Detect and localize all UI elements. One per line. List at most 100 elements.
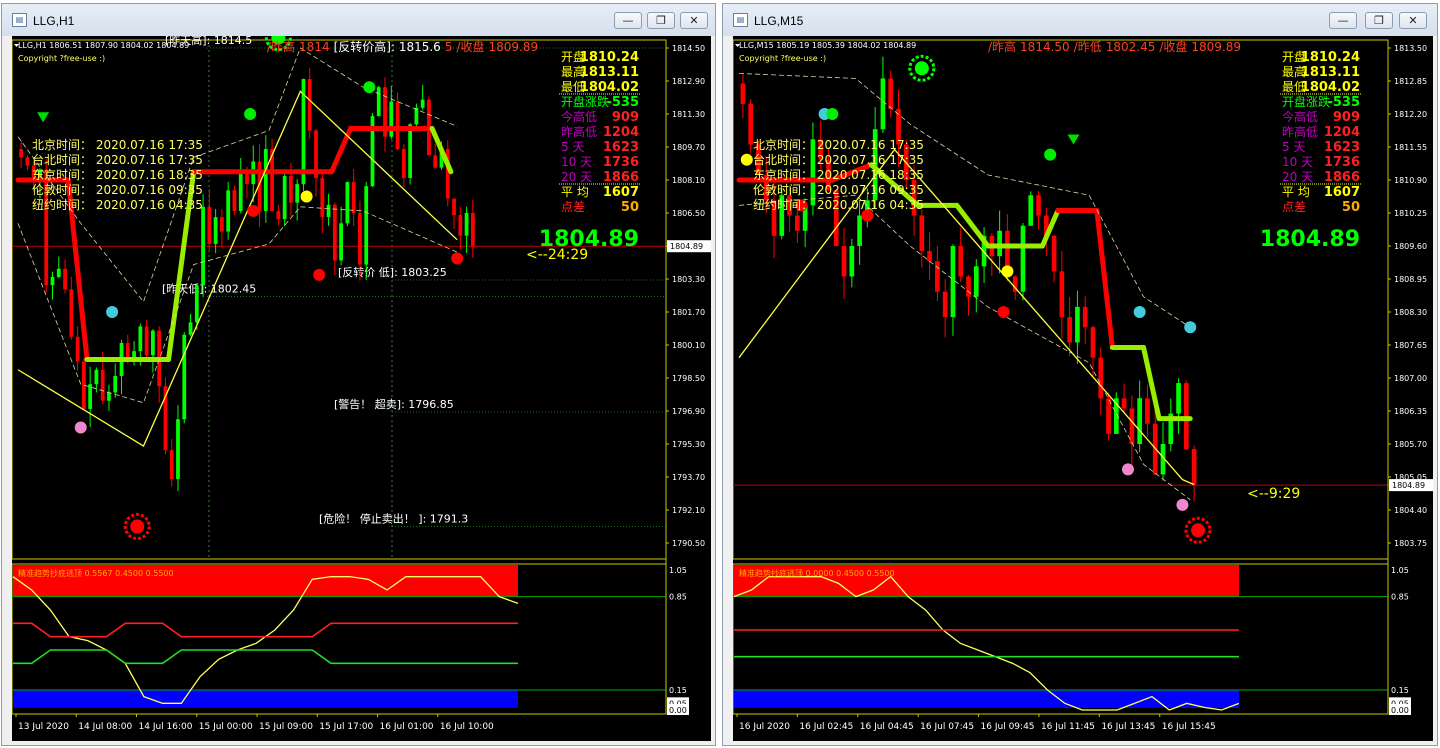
- time-axis-label: 15 Jul 17:00: [319, 722, 373, 732]
- price-axis-label: 1803.75: [1394, 539, 1427, 548]
- copyright-label: Copyright ?free-use :): [18, 54, 105, 63]
- price-chart[interactable]: 1814.50 1812.90 1811.30 1809.70 1808.10 1806.…: [12, 36, 711, 741]
- minimize-button[interactable]: —: [1329, 12, 1357, 29]
- price-axis-label: 1798.50: [672, 374, 705, 383]
- price-axis-label: 1812.20: [1394, 110, 1427, 119]
- close-button[interactable]: ✕: [1399, 12, 1427, 29]
- osc-level-value: 0.85: [669, 593, 687, 602]
- price-axis-label: 1810.90: [1394, 176, 1427, 185]
- stat-value: 1736: [603, 155, 639, 170]
- time-axis-label: 15 Jul 09:00: [259, 722, 313, 732]
- candle-body: [389, 101, 394, 137]
- candle-body: [408, 124, 413, 178]
- window-titlebar[interactable]: ▤ LLG,H1 — ❐ ✕: [2, 4, 715, 36]
- chart-area[interactable]: 1814.50 1812.90 1811.30 1809.70 1808.10 1806.…: [12, 36, 711, 741]
- candle-body: [226, 190, 231, 232]
- candle-body: [138, 326, 143, 352]
- candle-body: [69, 289, 74, 337]
- candle-body: [452, 198, 456, 216]
- candle-body: [395, 101, 400, 150]
- price-axis-label: 1795.30: [672, 440, 705, 449]
- candle-body: [376, 87, 381, 117]
- chart-window-h1[interactable]: ▤ LLG,H1 — ❐ ✕ 1814.50 1812.90 1811.30 1809…: [1, 3, 716, 746]
- stat-label: 开盘涨跌: [561, 94, 609, 109]
- osc-level-value: 1.05: [669, 566, 687, 575]
- stat-value: 1607: [603, 185, 639, 200]
- candle-body: [880, 78, 886, 130]
- window-titlebar[interactable]: ▤ LLG,M15 — ❐ ✕: [723, 4, 1437, 36]
- candle-body: [358, 213, 362, 265]
- candle-body: [232, 190, 237, 211]
- candle-body: [1051, 235, 1057, 272]
- stat-label: 20 天: [561, 170, 592, 184]
- chart-area[interactable]: 1813.50 1812.85 1812.20 1811.55 1810.90 1810.…: [733, 36, 1433, 741]
- candle-body: [433, 155, 438, 168]
- time-axis-label: 16 Jul 10:00: [440, 722, 494, 732]
- signal-dot: [1184, 321, 1197, 334]
- chart-window-m15[interactable]: ▤ LLG,M15 — ❐ ✕ 1813.50 1812.85 1812.20 181…: [722, 3, 1438, 746]
- restore-button[interactable]: ❐: [1365, 12, 1393, 29]
- stat-value: 1810.24: [580, 50, 639, 65]
- candle-body: [950, 246, 956, 318]
- candle-body: [1075, 306, 1080, 343]
- price-axis-label: 1805.70: [1394, 440, 1427, 449]
- price-axis-label: 1809.60: [1394, 242, 1427, 251]
- candle-body: [144, 326, 149, 356]
- signal-dot: [74, 421, 87, 434]
- candle-body: [194, 285, 199, 323]
- time-axis-label: 16 Jul 04:45: [860, 722, 914, 732]
- candle-body: [1082, 306, 1088, 328]
- price-axis-label: 1812.85: [1394, 77, 1427, 86]
- price-axis-label: 1811.30: [672, 110, 705, 119]
- world-clock-line: 纽约时间： 2020.07.16 04:35: [32, 197, 203, 212]
- candle-body: [332, 204, 337, 261]
- close-button[interactable]: ✕: [680, 12, 708, 29]
- header-stat: [反转价高]: 1815.6: [334, 39, 441, 54]
- signal-dot: [244, 108, 257, 120]
- candle-body: [919, 215, 925, 252]
- oscillator-signal-red: [13, 622, 518, 638]
- minimize-button[interactable]: —: [614, 12, 642, 29]
- header-stat: /昨高: [267, 39, 295, 54]
- world-clock-line: 台北时间： 2020.07.16 17:35: [753, 152, 924, 167]
- candle-body: [1176, 383, 1181, 414]
- candle-body: [464, 213, 469, 236]
- copyright-label: Copyright ?free-use :): [739, 54, 826, 63]
- stat-label: 开盘涨跌: [1282, 94, 1330, 109]
- header-stat: /收盘: [456, 39, 484, 54]
- big-price: 1804.89: [1260, 227, 1360, 252]
- candle-body: [276, 210, 281, 220]
- time-axis-label: 15 Jul 00:00: [199, 722, 253, 732]
- stat-value: -535: [1327, 95, 1360, 110]
- level-annotation: [警告！ 超卖]: 1796.85: [334, 397, 454, 411]
- osc-level-value: 0.15: [1391, 686, 1409, 695]
- chart-window-icon: ▤: [12, 13, 27, 27]
- stat-value: 1810.24: [1301, 50, 1360, 65]
- candle-body: [1059, 271, 1065, 318]
- candle-body: [307, 78, 312, 131]
- header-stat: /昨高: [988, 39, 1016, 54]
- candle-body: [345, 182, 350, 224]
- stat-value: 909: [612, 110, 639, 125]
- price-chart[interactable]: 1813.50 1812.85 1812.20 1811.55 1810.90 1810.…: [733, 36, 1433, 741]
- chart-window-icon: ▤: [733, 13, 748, 27]
- osc-level-value: 0.00: [1391, 706, 1409, 715]
- candle-body: [339, 223, 343, 261]
- stat-value: 1623: [603, 140, 639, 155]
- current-price-value: 1804.89: [670, 242, 703, 251]
- time-axis-label: 13 Jul 2020: [18, 722, 69, 732]
- world-clock-line: 东京时间： 2020.07.16 18:35: [32, 168, 203, 182]
- candle-body: [63, 268, 67, 290]
- candle-body: [263, 149, 268, 211]
- time-axis-label: 14 Jul 08:00: [78, 722, 132, 732]
- world-clock-line: 北京时间： 2020.07.16 17:35: [753, 138, 924, 152]
- signal-dot: [1121, 463, 1134, 476]
- price-axis-label: 1808.10: [672, 176, 705, 185]
- candle-body: [1183, 383, 1189, 450]
- candle-body: [1106, 398, 1111, 434]
- price-axis-label: 1810.25: [1394, 209, 1427, 218]
- bar-countdown: <--9:29: [1247, 486, 1300, 502]
- restore-button[interactable]: ❐: [647, 12, 675, 29]
- window-title: LLG,H1: [33, 14, 75, 28]
- candle-body: [182, 334, 187, 420]
